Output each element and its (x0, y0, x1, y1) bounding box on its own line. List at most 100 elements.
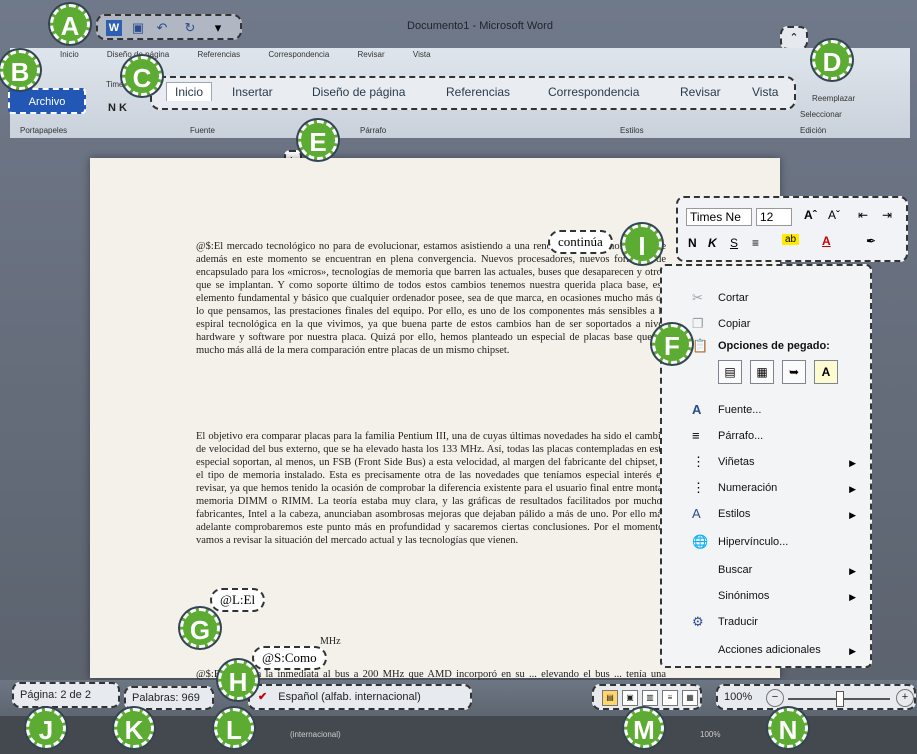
callout-a: A (50, 4, 90, 44)
callout-l: L (214, 708, 254, 748)
grow-font-icon[interactable]: Aˆ (804, 208, 817, 222)
menu-cortar[interactable]: Cortar (718, 292, 749, 304)
zoom-level[interactable]: 100% (724, 691, 752, 703)
style-popup-g: @L:El (210, 588, 266, 612)
chevron-right-icon: ▶ (849, 510, 856, 520)
chevron-right-icon: ▶ (849, 484, 856, 494)
view-buttons: ▤ ▣ ▥ ≡ ▦ (592, 684, 702, 710)
callout-c: C (122, 56, 162, 96)
tab-revisar[interactable]: Revisar (680, 85, 721, 99)
chevron-right-icon: ▶ (849, 592, 856, 602)
group-fuente: Fuente (190, 126, 215, 135)
zoom-out-icon[interactable]: − (766, 689, 784, 707)
paste-keep-format-icon[interactable]: ▤ (718, 360, 742, 384)
word-count-indicator[interactable]: Palabras: 969 (124, 686, 214, 710)
print-layout-icon[interactable]: ▤ (602, 690, 618, 706)
menu-sinonimos[interactable]: Sinónimos (718, 590, 769, 602)
menu-copiar[interactable]: Copiar (718, 318, 750, 330)
tab-referencias[interactable]: Referencias (446, 85, 510, 99)
web-layout-icon[interactable]: ▥ (642, 690, 658, 706)
callout-h: H (218, 660, 258, 700)
tab-insertar[interactable]: Insertar (232, 85, 273, 99)
paste-merge-icon[interactable]: ▦ (750, 360, 774, 384)
callout-i: I (622, 224, 662, 264)
tab-inicio[interactable]: Inicio (166, 82, 213, 101)
window-title: Documento1 - Microsoft Word (407, 20, 553, 32)
group-parrafo: Párrafo (360, 126, 387, 135)
save-icon[interactable]: ▣ (130, 20, 146, 36)
archivo-button[interactable]: Archivo (8, 88, 86, 114)
ribbon-group-labels: Portapapeles Fuente Párrafo Estilos Edic… (20, 126, 900, 140)
redo-icon[interactable]: ↻ (182, 20, 198, 36)
page-count-indicator[interactable]: Página: 2 de 2 (12, 682, 120, 708)
tab-vista[interactable]: Vista (752, 85, 778, 99)
center-align-icon[interactable]: ≡ (752, 236, 759, 250)
strip-zoom: 100% (700, 730, 721, 739)
shrink-font-icon[interactable]: Aˇ (828, 208, 840, 222)
italic-button[interactable]: K (708, 236, 717, 250)
paste-text-only-icon[interactable]: A (814, 360, 838, 384)
zoom-slider-thumb[interactable] (836, 691, 844, 707)
paste-icon: 📋 (692, 338, 709, 353)
zoom-in-icon[interactable]: + (896, 689, 914, 707)
callout-f: F (652, 324, 692, 364)
font-color-icon[interactable]: A (822, 234, 831, 248)
bold-italic-hint: N K (108, 102, 127, 114)
quick-access-toolbar: W ▣ ↶ ↻ ▾ (96, 14, 242, 40)
hyperlink-icon: 🌐 (692, 534, 709, 549)
tab-correspondencia[interactable]: Correspondencia (548, 85, 639, 99)
replace-command[interactable]: Reemplazar (812, 94, 855, 103)
draft-icon[interactable]: ▦ (682, 690, 698, 706)
select-command[interactable]: Seleccionar (800, 110, 842, 119)
undo-icon[interactable]: ↶ (154, 20, 170, 36)
menu-vinetas[interactable]: Viñetas (718, 456, 755, 468)
menu-estilos[interactable]: Estilos (718, 508, 750, 520)
outline-icon[interactable]: ≡ (662, 690, 678, 706)
customize-icon[interactable]: ▾ (210, 20, 226, 36)
paste-picture-icon[interactable]: ➥ (782, 360, 806, 384)
paragraph-2[interactable]: El objetivo era comparar placas para la … (196, 430, 666, 630)
zoom-control: 100% − + (716, 684, 916, 710)
format-painter-icon[interactable]: ✒ (866, 234, 876, 248)
menu-fuente[interactable]: Fuente... (718, 404, 761, 416)
language-label: Español (alfab. internacional) (278, 691, 421, 703)
translate-icon: ⚙ (692, 614, 704, 629)
menu-buscar[interactable]: Buscar (718, 564, 752, 576)
paragraph-1[interactable]: @$:El mercado tecnológico no para de evo… (196, 240, 666, 410)
font-name-box[interactable]: Times Ne (686, 208, 752, 226)
bold-button[interactable]: N (688, 236, 697, 250)
callout-n: N (768, 708, 808, 748)
word-icon[interactable]: W (106, 20, 122, 36)
strip-language: (internacional) (290, 730, 341, 739)
callout-k: K (114, 708, 154, 748)
context-menu: ✂ Cortar ❐ Copiar 📋 Opciones de pegado: … (660, 264, 872, 668)
chevron-right-icon: ▶ (849, 566, 856, 576)
menu-acciones-adicionales[interactable]: Acciones adicionales (718, 644, 821, 656)
highlight-icon[interactable]: ab (782, 234, 800, 245)
menu-parrafo[interactable]: Párrafo... (718, 430, 763, 442)
callout-b: B (0, 50, 40, 90)
small-tab-vista: Vista (412, 50, 431, 59)
group-portapapeles: Portapapeles (20, 126, 68, 135)
language-indicator[interactable]: ✔ Español (alfab. internacional) (248, 684, 472, 710)
paragraph-icon: ≡ (692, 428, 700, 443)
menu-hipervinculo[interactable]: Hipervínculo... (718, 536, 788, 548)
chevron-right-icon: ▶ (849, 646, 856, 656)
chevron-right-icon: ▶ (849, 458, 856, 468)
numbering-icon: ⋮ (692, 480, 705, 495)
minimize-ribbon-button[interactable]: ⌃ (780, 26, 808, 50)
menu-numeracion[interactable]: Numeración (718, 482, 777, 494)
menu-traducir[interactable]: Traducir (718, 616, 758, 628)
full-screen-icon[interactable]: ▣ (622, 690, 638, 706)
callout-d: D (812, 40, 852, 80)
tab-diseno-de-pagina[interactable]: Diseño de página (312, 85, 405, 99)
decrease-indent-icon[interactable]: ⇤ (858, 208, 868, 222)
increase-indent-icon[interactable]: ⇥ (882, 208, 892, 222)
copy-icon: ❐ (692, 316, 704, 331)
styles-icon: A (692, 506, 701, 521)
underline-button[interactable]: S (730, 236, 738, 250)
callout-j: J (26, 708, 66, 748)
paste-options-header: Opciones de pegado: (718, 340, 830, 352)
font-size-box[interactable]: 12 (756, 208, 792, 226)
style-popup-h: @S:Como (252, 646, 327, 670)
